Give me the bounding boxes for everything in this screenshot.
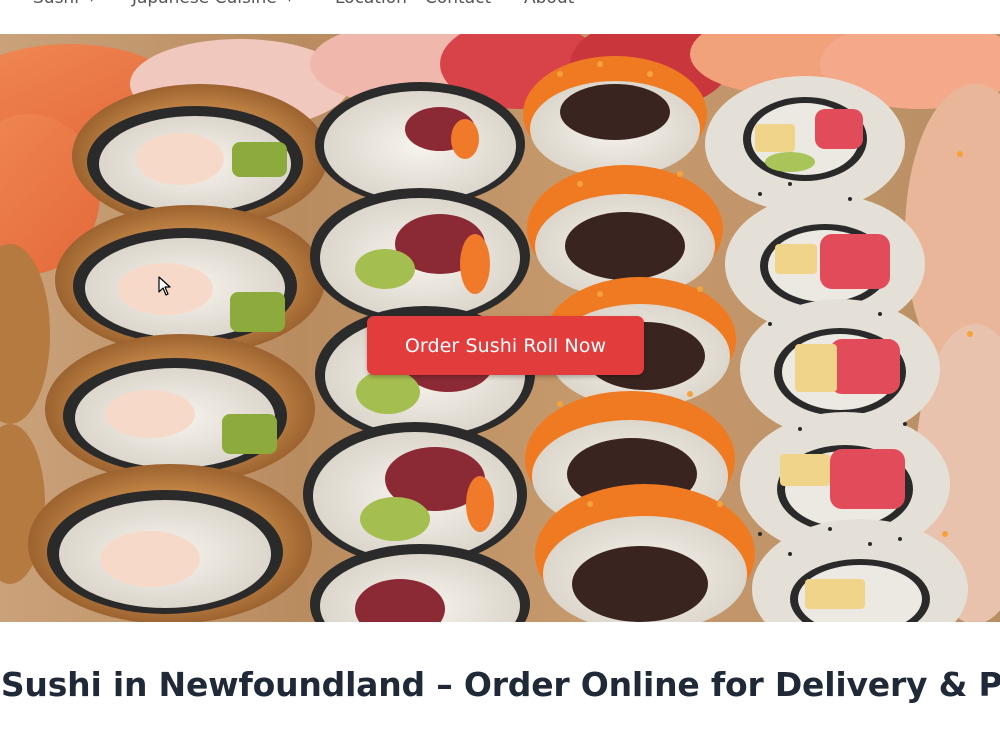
nav-item-label: Location: [335, 0, 407, 8]
hero-banner: Order Sushi Roll Now: [0, 34, 1000, 622]
nav-item-label: Sushi: [33, 0, 79, 8]
nav-item-sushi[interactable]: Sushi ▾: [33, 0, 94, 8]
nav-item-label: Contact: [425, 0, 491, 8]
nav-item-japanese-cuisine[interactable]: Japanese Cuisine ▾: [132, 0, 292, 8]
mouse-cursor-icon: [158, 276, 171, 296]
nav-item-label: Japanese Cuisine: [132, 0, 277, 8]
nav-item-about[interactable]: About: [524, 0, 574, 8]
chevron-down-icon: ▾: [287, 0, 293, 5]
nav-item-contact[interactable]: Contact: [425, 0, 491, 8]
chevron-down-icon: ▾: [89, 0, 95, 5]
nav-item-label: About: [524, 0, 574, 8]
page-heading: t Sushi in Newfoundland – Order Online f…: [0, 665, 1000, 704]
order-sushi-roll-button[interactable]: Order Sushi Roll Now: [367, 316, 644, 375]
nav-item-location[interactable]: Location: [335, 0, 407, 8]
fried-rolls-column: [28, 84, 328, 622]
top-navigation: Sushi ▾ Japanese Cuisine ▾ Location Cont…: [0, 0, 1000, 34]
